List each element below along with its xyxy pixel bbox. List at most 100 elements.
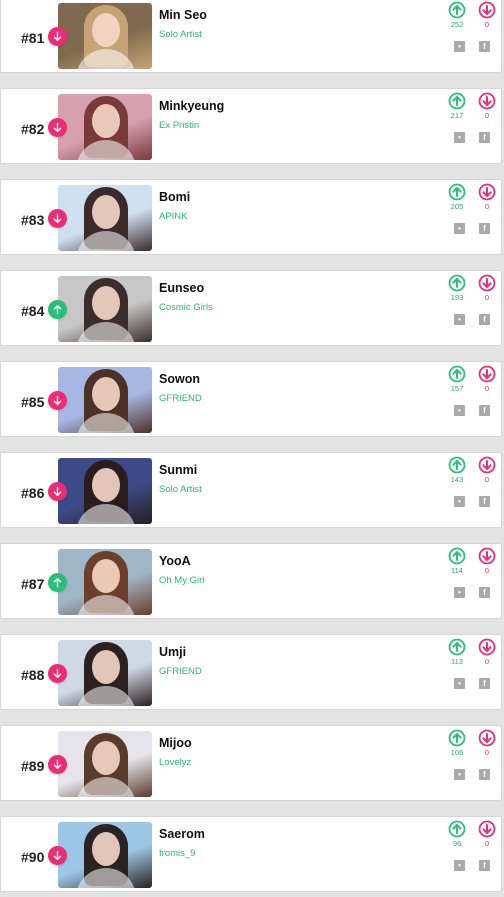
upvote-button[interactable]: 205 — [447, 183, 467, 211]
idol-group[interactable]: Lovelyz — [159, 757, 191, 768]
downvote-count: 0 — [484, 293, 490, 302]
downvote-circle-icon[interactable] — [478, 1, 496, 19]
arrow-down-icon — [48, 482, 67, 501]
upvote-circle-icon[interactable] — [448, 729, 466, 747]
downvote-button[interactable]: 0 — [477, 92, 497, 120]
twitter-icon[interactable]: • — [454, 405, 465, 416]
idol-group[interactable]: Solo Artist — [159, 29, 202, 40]
twitter-icon[interactable]: • — [454, 587, 465, 598]
idol-photo[interactable] — [58, 94, 152, 160]
downvote-button[interactable]: 0 — [477, 729, 497, 757]
idol-name[interactable]: Sowon — [159, 372, 200, 386]
twitter-icon[interactable]: • — [454, 41, 465, 52]
idol-group[interactable]: fromis_9 — [159, 848, 195, 859]
idol-group[interactable]: Oh My Girl — [159, 575, 204, 586]
idol-name[interactable]: Saerom — [159, 827, 205, 841]
idol-photo[interactable] — [58, 185, 152, 251]
idol-group[interactable]: Ex Pristin — [159, 120, 199, 131]
idol-photo[interactable] — [58, 458, 152, 524]
upvote-button[interactable]: 143 — [447, 456, 467, 484]
idol-name[interactable]: Mijoo — [159, 736, 192, 750]
idol-group[interactable]: GFRIEND — [159, 393, 202, 404]
idol-group[interactable]: Cosmic Girls — [159, 302, 213, 313]
idol-name[interactable]: Bomi — [159, 190, 190, 204]
upvote-button[interactable]: 217 — [447, 92, 467, 120]
twitter-icon[interactable]: • — [454, 223, 465, 234]
rank-number: #85 — [21, 394, 45, 410]
facebook-icon[interactable]: f — [479, 587, 490, 598]
upvote-button[interactable]: 113 — [447, 638, 467, 666]
twitter-icon[interactable]: • — [454, 496, 465, 507]
downvote-circle-icon[interactable] — [478, 365, 496, 383]
photo-face — [92, 13, 120, 47]
downvote-circle-icon[interactable] — [478, 456, 496, 474]
idol-photo[interactable] — [58, 822, 152, 888]
downvote-circle-icon[interactable] — [478, 547, 496, 565]
downvote-button[interactable]: 0 — [477, 456, 497, 484]
upvote-button[interactable]: 114 — [447, 547, 467, 575]
facebook-icon[interactable]: f — [479, 769, 490, 780]
facebook-icon[interactable]: f — [479, 678, 490, 689]
upvote-circle-icon[interactable] — [448, 1, 466, 19]
facebook-icon[interactable]: f — [479, 405, 490, 416]
downvote-button[interactable]: 0 — [477, 547, 497, 575]
downvote-circle-icon[interactable] — [478, 729, 496, 747]
downvote-button[interactable]: 0 — [477, 183, 497, 211]
idol-group[interactable]: Solo Artist — [159, 484, 202, 495]
facebook-icon[interactable]: f — [479, 860, 490, 871]
arrow-down-icon — [48, 27, 67, 46]
upvote-circle-icon[interactable] — [448, 274, 466, 292]
downvote-circle-icon[interactable] — [478, 820, 496, 838]
upvote-circle-icon[interactable] — [448, 456, 466, 474]
downvote-circle-icon[interactable] — [478, 274, 496, 292]
downvote-button[interactable]: 0 — [477, 638, 497, 666]
idol-photo[interactable] — [58, 549, 152, 615]
idol-group[interactable]: GFRIEND — [159, 666, 202, 677]
upvote-circle-icon[interactable] — [448, 365, 466, 383]
downvote-circle-icon[interactable] — [478, 92, 496, 110]
downvote-button[interactable]: 0 — [477, 1, 497, 29]
rank-number: #86 — [21, 485, 45, 501]
twitter-icon[interactable]: • — [454, 860, 465, 871]
upvote-circle-icon[interactable] — [448, 820, 466, 838]
twitter-icon[interactable]: • — [454, 769, 465, 780]
idol-photo[interactable] — [58, 731, 152, 797]
idol-name[interactable]: YooA — [159, 554, 191, 568]
twitter-icon[interactable]: • — [454, 132, 465, 143]
downvote-button[interactable]: 0 — [477, 274, 497, 302]
downvote-button[interactable]: 0 — [477, 365, 497, 393]
upvote-button[interactable]: 157 — [447, 365, 467, 393]
downvote-circle-icon[interactable] — [478, 638, 496, 656]
idol-name[interactable]: Min Seo — [159, 8, 207, 22]
upvote-circle-icon[interactable] — [448, 638, 466, 656]
upvote-circle-icon[interactable] — [448, 183, 466, 201]
twitter-icon[interactable]: • — [454, 678, 465, 689]
idol-photo[interactable] — [58, 3, 152, 69]
upvote-count: 157 — [450, 384, 464, 393]
downvote-count: 0 — [484, 748, 490, 757]
facebook-icon[interactable]: f — [479, 223, 490, 234]
idol-name[interactable]: Umji — [159, 645, 186, 659]
facebook-icon[interactable]: f — [479, 41, 490, 52]
idol-photo[interactable] — [58, 640, 152, 706]
upvote-button[interactable]: 106 — [447, 729, 467, 757]
upvote-circle-icon[interactable] — [448, 92, 466, 110]
idol-name[interactable]: Minkyeung — [159, 99, 224, 113]
idol-name[interactable]: Eunseo — [159, 281, 204, 295]
idol-photo[interactable] — [58, 367, 152, 433]
arrow-down-icon — [48, 391, 67, 410]
downvote-button[interactable]: 0 — [477, 820, 497, 848]
upvote-button[interactable]: 96 — [447, 820, 467, 848]
facebook-icon[interactable]: f — [479, 314, 490, 325]
upvote-button[interactable]: 252 — [447, 1, 467, 29]
idol-name[interactable]: Sunmi — [159, 463, 197, 477]
idol-photo[interactable] — [58, 276, 152, 342]
arrow-down-icon — [48, 846, 67, 865]
upvote-circle-icon[interactable] — [448, 547, 466, 565]
upvote-button[interactable]: 193 — [447, 274, 467, 302]
idol-group[interactable]: APINK — [159, 211, 188, 222]
twitter-icon[interactable]: • — [454, 314, 465, 325]
downvote-circle-icon[interactable] — [478, 183, 496, 201]
facebook-icon[interactable]: f — [479, 496, 490, 507]
facebook-icon[interactable]: f — [479, 132, 490, 143]
